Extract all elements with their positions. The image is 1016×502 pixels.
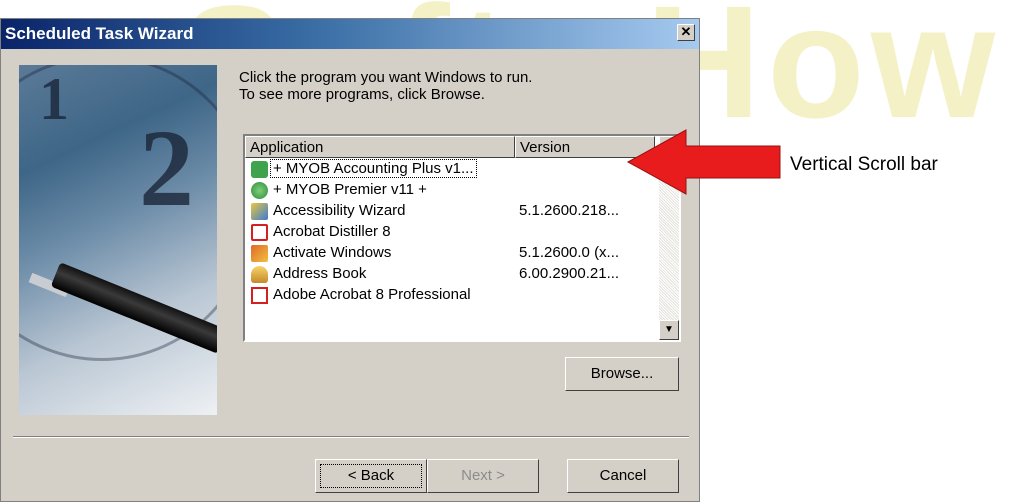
annotation-arrow: [626, 129, 781, 195]
annotation-label: Vertical Scroll bar: [790, 154, 938, 175]
